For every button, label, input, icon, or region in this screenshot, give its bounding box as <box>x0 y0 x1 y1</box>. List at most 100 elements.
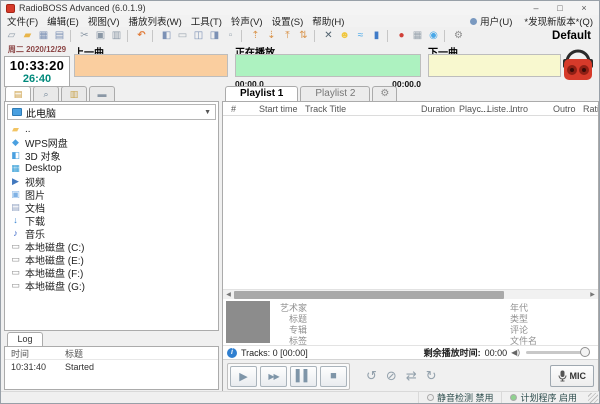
log-panel: 时间 标题 10:31:40 Started <box>4 346 219 390</box>
sort-icon[interactable]: ⇅ <box>296 28 311 43</box>
browser-tab-strip: ▤ ⌕ ▥ ▬ <box>5 86 115 102</box>
menu-view[interactable]: 视图(V) <box>88 14 120 28</box>
column-duration[interactable]: Duration <box>421 104 455 114</box>
mic-button[interactable]: MIC <box>549 365 594 387</box>
column-outro[interactable]: Outro <box>553 104 576 114</box>
scrollbar-thumb[interactable] <box>234 291 504 299</box>
silence-status-dot <box>426 394 434 401</box>
delete-icon[interactable]: ✕ <box>321 28 336 43</box>
now-playing-box[interactable] <box>235 54 421 77</box>
menu-jingles[interactable]: 铃声(V) <box>231 14 263 28</box>
user-menu[interactable]: 用户(U) <box>470 14 512 28</box>
undo-icon[interactable]: ↶ <box>134 28 149 43</box>
view-plain-icon[interactable]: ▭ <box>175 28 190 43</box>
location-value: 此电脑 <box>26 108 56 120</box>
menu-settings[interactable]: 设置(S) <box>272 14 304 28</box>
silence-status-label: 静音检测 禁用 <box>436 393 494 403</box>
volume-knob[interactable] <box>580 347 590 357</box>
column-number[interactable]: # <box>231 104 236 114</box>
prev-track-box[interactable] <box>74 54 228 77</box>
column-track-title[interactable]: Track Title <box>305 104 346 114</box>
file-tree: ▰ .. ◆ WPS网盘 ◧ 3D 对象 ▦ Desktop ▶ 视频 ▣ 图片… <box>7 123 216 293</box>
playlist-tab-strip: Playlist 1 Playlist 2 ⚙ <box>225 86 398 102</box>
playback-mode-icons: ↺ ⊘ ⇄ ↻ <box>366 368 437 384</box>
file-browser-tab[interactable]: ▤ <box>5 86 31 101</box>
view-grid-icon[interactable]: ◫ <box>191 28 206 43</box>
stop-button[interactable]: ■ <box>320 365 347 387</box>
next-track-box[interactable] <box>428 54 561 77</box>
clock-time: 10:33:20 <box>9 58 65 73</box>
clock-date: 周二 2020/12/29 <box>7 45 67 54</box>
scheduler-status: 计划程序 启用 <box>501 392 585 403</box>
open-icon[interactable]: ▰ <box>20 28 35 43</box>
move-up-icon[interactable]: ⇡ <box>248 28 263 43</box>
tab-playlist-1[interactable]: Playlist 1 <box>225 86 299 101</box>
tab-playlist-2[interactable]: Playlist 2 <box>300 86 371 101</box>
log-row[interactable]: 10:31:40 Started <box>5 360 218 373</box>
location-dropdown[interactable]: 此电脑 ▼ <box>7 104 216 120</box>
speaker-icon[interactable]: ◀) <box>511 348 520 357</box>
menu-tools[interactable]: 工具(T) <box>191 14 222 28</box>
block-icon[interactable]: ⊘ <box>386 368 397 384</box>
volume-slider[interactable] <box>526 347 590 357</box>
column-rating[interactable]: Rating <box>583 104 598 114</box>
column-more[interactable]: ... <box>478 104 486 114</box>
tree-item-icon: ♪ <box>13 228 18 238</box>
filename-label: 文件名 <box>510 336 538 346</box>
save-as-icon[interactable]: ▤ <box>52 28 67 43</box>
tree-item-icon: ▭ <box>11 280 20 290</box>
play-button[interactable]: ▶ <box>230 365 257 387</box>
next-button[interactable]: ▶▶ <box>260 365 287 387</box>
move-top-icon[interactable]: ⤒ <box>280 28 295 43</box>
copy-icon[interactable]: ▣ <box>93 28 108 43</box>
track-info-section: 艺术家 标题 专辑 标签 年代 类型 评论 文件名 <box>223 299 598 346</box>
paste-icon[interactable]: ▥ <box>109 28 124 43</box>
pause-button[interactable]: ▌▌ <box>290 365 317 387</box>
log-column-title[interactable]: 标题 <box>65 347 218 360</box>
column-intro[interactable]: Intro <box>510 104 528 114</box>
window-title: RadioBOSS Advanced (6.0.1.9) <box>19 3 146 13</box>
minimize-button[interactable]: – <box>526 1 546 15</box>
cut-icon[interactable]: ✂ <box>77 28 92 43</box>
menu-help[interactable]: 帮助(H) <box>312 14 344 28</box>
cast-icon[interactable]: ◉ <box>426 28 441 43</box>
menu-file[interactable]: 文件(F) <box>7 14 38 28</box>
column-start-time[interactable]: Start time <box>259 104 298 114</box>
settings-gear-icon[interactable]: ⚙ <box>451 28 466 43</box>
save-icon[interactable]: ▦ <box>36 28 51 43</box>
menu-playlist[interactable]: 播放列表(W) <box>128 14 181 28</box>
user-icon <box>470 17 478 25</box>
jingles-icon[interactable]: ☻ <box>337 28 352 43</box>
library-icon[interactable]: ▮ <box>369 28 384 43</box>
tree-item-disk-g[interactable]: ▭ 本地磁盘 (G:) <box>7 279 216 293</box>
log-column-time[interactable]: 时间 <box>5 347 65 360</box>
levels-icon[interactable]: ▦ <box>410 28 425 43</box>
view-split-icon[interactable]: ◨ <box>207 28 222 43</box>
toolbar-separator <box>70 29 74 42</box>
move-down-icon[interactable]: ⇣ <box>264 28 279 43</box>
close-button[interactable]: × <box>574 1 594 15</box>
history-tab[interactable]: ▬ <box>89 86 115 101</box>
maximize-button[interactable]: □ <box>550 1 570 15</box>
playlist-settings-tab[interactable]: ⚙ <box>372 86 398 101</box>
shuffle-icon[interactable]: ⇄ <box>406 368 417 384</box>
new-playlist-icon[interactable]: ▱ <box>4 28 19 43</box>
menubar: 文件(F) 编辑(E) 视图(V) 播放列表(W) 工具(T) 铃声(V) 设置(S) 帮助(… <box>1 14 599 28</box>
voice-icon[interactable]: ≈ <box>353 28 368 43</box>
repeat-icon[interactable]: ↺ <box>366 368 377 384</box>
playlist-body[interactable] <box>223 116 598 289</box>
radioboss-window: RadioBOSS Advanced (6.0.1.9) – □ × 文件(F)… <box>0 0 600 404</box>
menu-edit[interactable]: 编辑(E) <box>47 14 79 28</box>
view-left-pane-icon[interactable]: ◧ <box>159 28 174 43</box>
search-tab[interactable]: ⌕ <box>33 86 59 101</box>
tree-item-3d-objects[interactable]: ◧ 3D 对象 <box>7 149 216 163</box>
refresh-icon[interactable]: ↻ <box>426 368 437 384</box>
log-tab[interactable]: Log <box>7 332 43 346</box>
update-available-link[interactable]: *发现新版本*(Q) <box>524 14 593 28</box>
resize-grip[interactable] <box>588 392 598 403</box>
record-icon[interactable]: ● <box>394 28 409 43</box>
favorites-tab[interactable]: ▥ <box>61 86 87 101</box>
tree-item-icon: ▭ <box>11 241 20 251</box>
horizontal-scrollbar[interactable]: ◀ ▶ <box>223 289 598 299</box>
view-compact-icon[interactable]: ▫ <box>223 28 238 43</box>
